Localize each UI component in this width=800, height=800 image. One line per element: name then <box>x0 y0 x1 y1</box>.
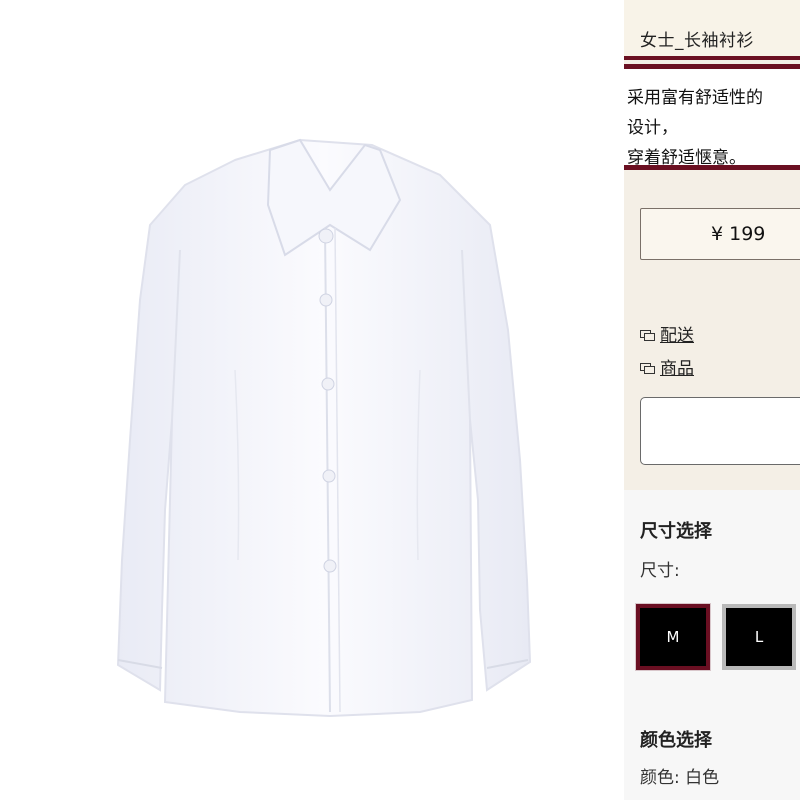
size-section-title: 尺寸选择 <box>640 521 712 542</box>
product-title-bar: 女士_长袖衬衫 <box>624 0 800 60</box>
text-input-box[interactable] <box>640 397 800 465</box>
description-line: 采用富有舒适性的 <box>627 88 763 108</box>
color-section-title: 颜色选择 <box>640 730 712 751</box>
product-title: 女士_长袖衬衫 <box>640 31 754 51</box>
product-image <box>0 0 624 800</box>
price-box: ¥ 199 <box>640 208 800 260</box>
link-label[interactable]: 商品 <box>660 354 694 379</box>
description-line: 穿着舒适惬意。 <box>627 148 746 168</box>
price-value: ¥ 199 <box>711 223 766 245</box>
link-label[interactable]: 配送 <box>660 321 694 346</box>
product-description: 采用富有舒适性的 设计， 穿着舒适惬意。 <box>624 64 800 170</box>
white-shirt-illustration <box>116 138 532 718</box>
size-option-l[interactable]: L <box>722 604 796 670</box>
size-label: 尺寸: <box>640 561 680 581</box>
product-info-panel: 女士_长袖衬衫 采用富有舒适性的 设计， 穿着舒适惬意。 ¥ 199 配送 商品… <box>624 0 800 800</box>
size-option-m[interactable]: M <box>635 603 711 671</box>
link-product[interactable]: 商品 <box>640 354 694 379</box>
description-line: 设计， <box>627 118 678 138</box>
size-option-label: L <box>754 628 764 646</box>
message-icon <box>640 360 656 374</box>
color-label: 颜色: 白色 <box>640 768 720 788</box>
link-shipping[interactable]: 配送 <box>640 321 694 346</box>
message-icon <box>640 327 656 341</box>
size-option-label: M <box>666 628 680 646</box>
